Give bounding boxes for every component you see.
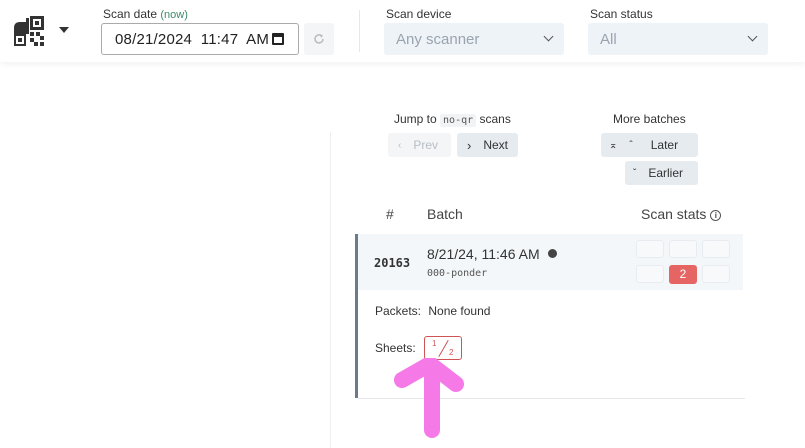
chevron-double-up-icon: ⌅ <box>609 139 618 151</box>
jump-to-label: Jump to no-qr scans <box>394 112 511 127</box>
scan-date-label: Scan date (now) <box>103 7 188 21</box>
sheet-numerator: 1 <box>432 339 437 348</box>
jump-suffix: scans <box>479 112 511 126</box>
chevron-right-icon: › <box>467 137 472 153</box>
batch-datetime: 8/21/24, 11:46 AM <box>427 246 557 262</box>
now-link[interactable]: (now) <box>160 9 188 21</box>
column-header-batch: Batch <box>427 206 463 222</box>
sheet-fraction-button[interactable]: 1 2 <box>424 336 462 360</box>
column-header-number: # <box>386 206 394 222</box>
refresh-icon <box>314 34 324 44</box>
next-label: Next <box>483 138 509 152</box>
top-toolbar: Scan date (now) 08/21/2024 11:47 AM Scan… <box>0 0 805 62</box>
scan-stat-error-badge[interactable]: 2 <box>669 265 697 284</box>
chevron-left-icon: ‹ <box>398 139 402 151</box>
later-label: Later <box>650 138 679 152</box>
next-button[interactable]: › Next <box>457 133 518 157</box>
prev-label: Prev <box>413 138 439 152</box>
scan-status-select[interactable]: All <box>588 23 768 55</box>
qr-scanner-logo-icon[interactable] <box>12 14 46 48</box>
jump-code: no-qr <box>440 114 477 127</box>
column-header-scan-stats: Scan stats i <box>641 206 722 222</box>
earlier-label: Earlier <box>648 166 684 180</box>
batch-datetime-text: 8/21/24, 11:46 AM <box>427 246 540 262</box>
scan-device-select[interactable]: Any scanner <box>384 23 564 55</box>
scan-date-input[interactable]: 08/21/2024 11:47 AM <box>101 23 299 55</box>
chevron-down-icon <box>747 31 758 42</box>
scan-status-label: Scan status <box>590 7 653 21</box>
fraction-slash <box>438 340 449 357</box>
scan-stat-cell <box>702 265 730 283</box>
sheet-denominator: 2 <box>449 348 454 357</box>
scan-date-label-text: Scan date <box>103 7 158 21</box>
earlier-button[interactable]: ˇ Earlier <box>625 161 698 185</box>
sheets-label: Sheets: <box>375 341 416 355</box>
panel-border <box>330 132 331 448</box>
calendar-icon[interactable] <box>272 33 284 45</box>
batch-name: 000-ponder <box>427 268 488 279</box>
jump-prefix: Jump to <box>394 112 437 126</box>
scan-device-label: Scan device <box>386 7 452 21</box>
caret-down-icon[interactable] <box>59 27 69 33</box>
annotation-arrow-icon <box>394 358 464 438</box>
scan-stat-cell <box>702 240 730 258</box>
globe-icon <box>547 249 557 258</box>
later-button[interactable]: ⌅ ˆ Later <box>601 133 698 157</box>
toolbar-divider <box>359 10 360 52</box>
scan-device-value: Any scanner <box>396 31 480 48</box>
scan-stat-cell <box>636 240 664 258</box>
prev-button[interactable]: ‹ Prev <box>388 133 451 157</box>
chevron-down-icon <box>543 31 554 42</box>
packets-value: None found <box>428 304 491 318</box>
batch-number: 20163 <box>374 256 411 270</box>
scan-stats-label: Scan stats <box>641 206 707 222</box>
refresh-button[interactable] <box>304 23 334 55</box>
more-batches-label: More batches <box>613 112 686 126</box>
scan-date-value: 08/21/2024 11:47 AM <box>115 31 270 48</box>
packets-label: Packets: <box>375 304 422 318</box>
scan-stat-cell <box>669 240 697 258</box>
scan-stat-cell <box>636 265 664 283</box>
scan-status-value: All <box>600 31 617 48</box>
chevron-down-icon: ˇ <box>633 167 637 179</box>
packets-row: Packets: None found <box>375 304 490 318</box>
info-icon[interactable]: i <box>710 210 722 221</box>
chevron-up-icon: ˆ <box>629 139 633 151</box>
